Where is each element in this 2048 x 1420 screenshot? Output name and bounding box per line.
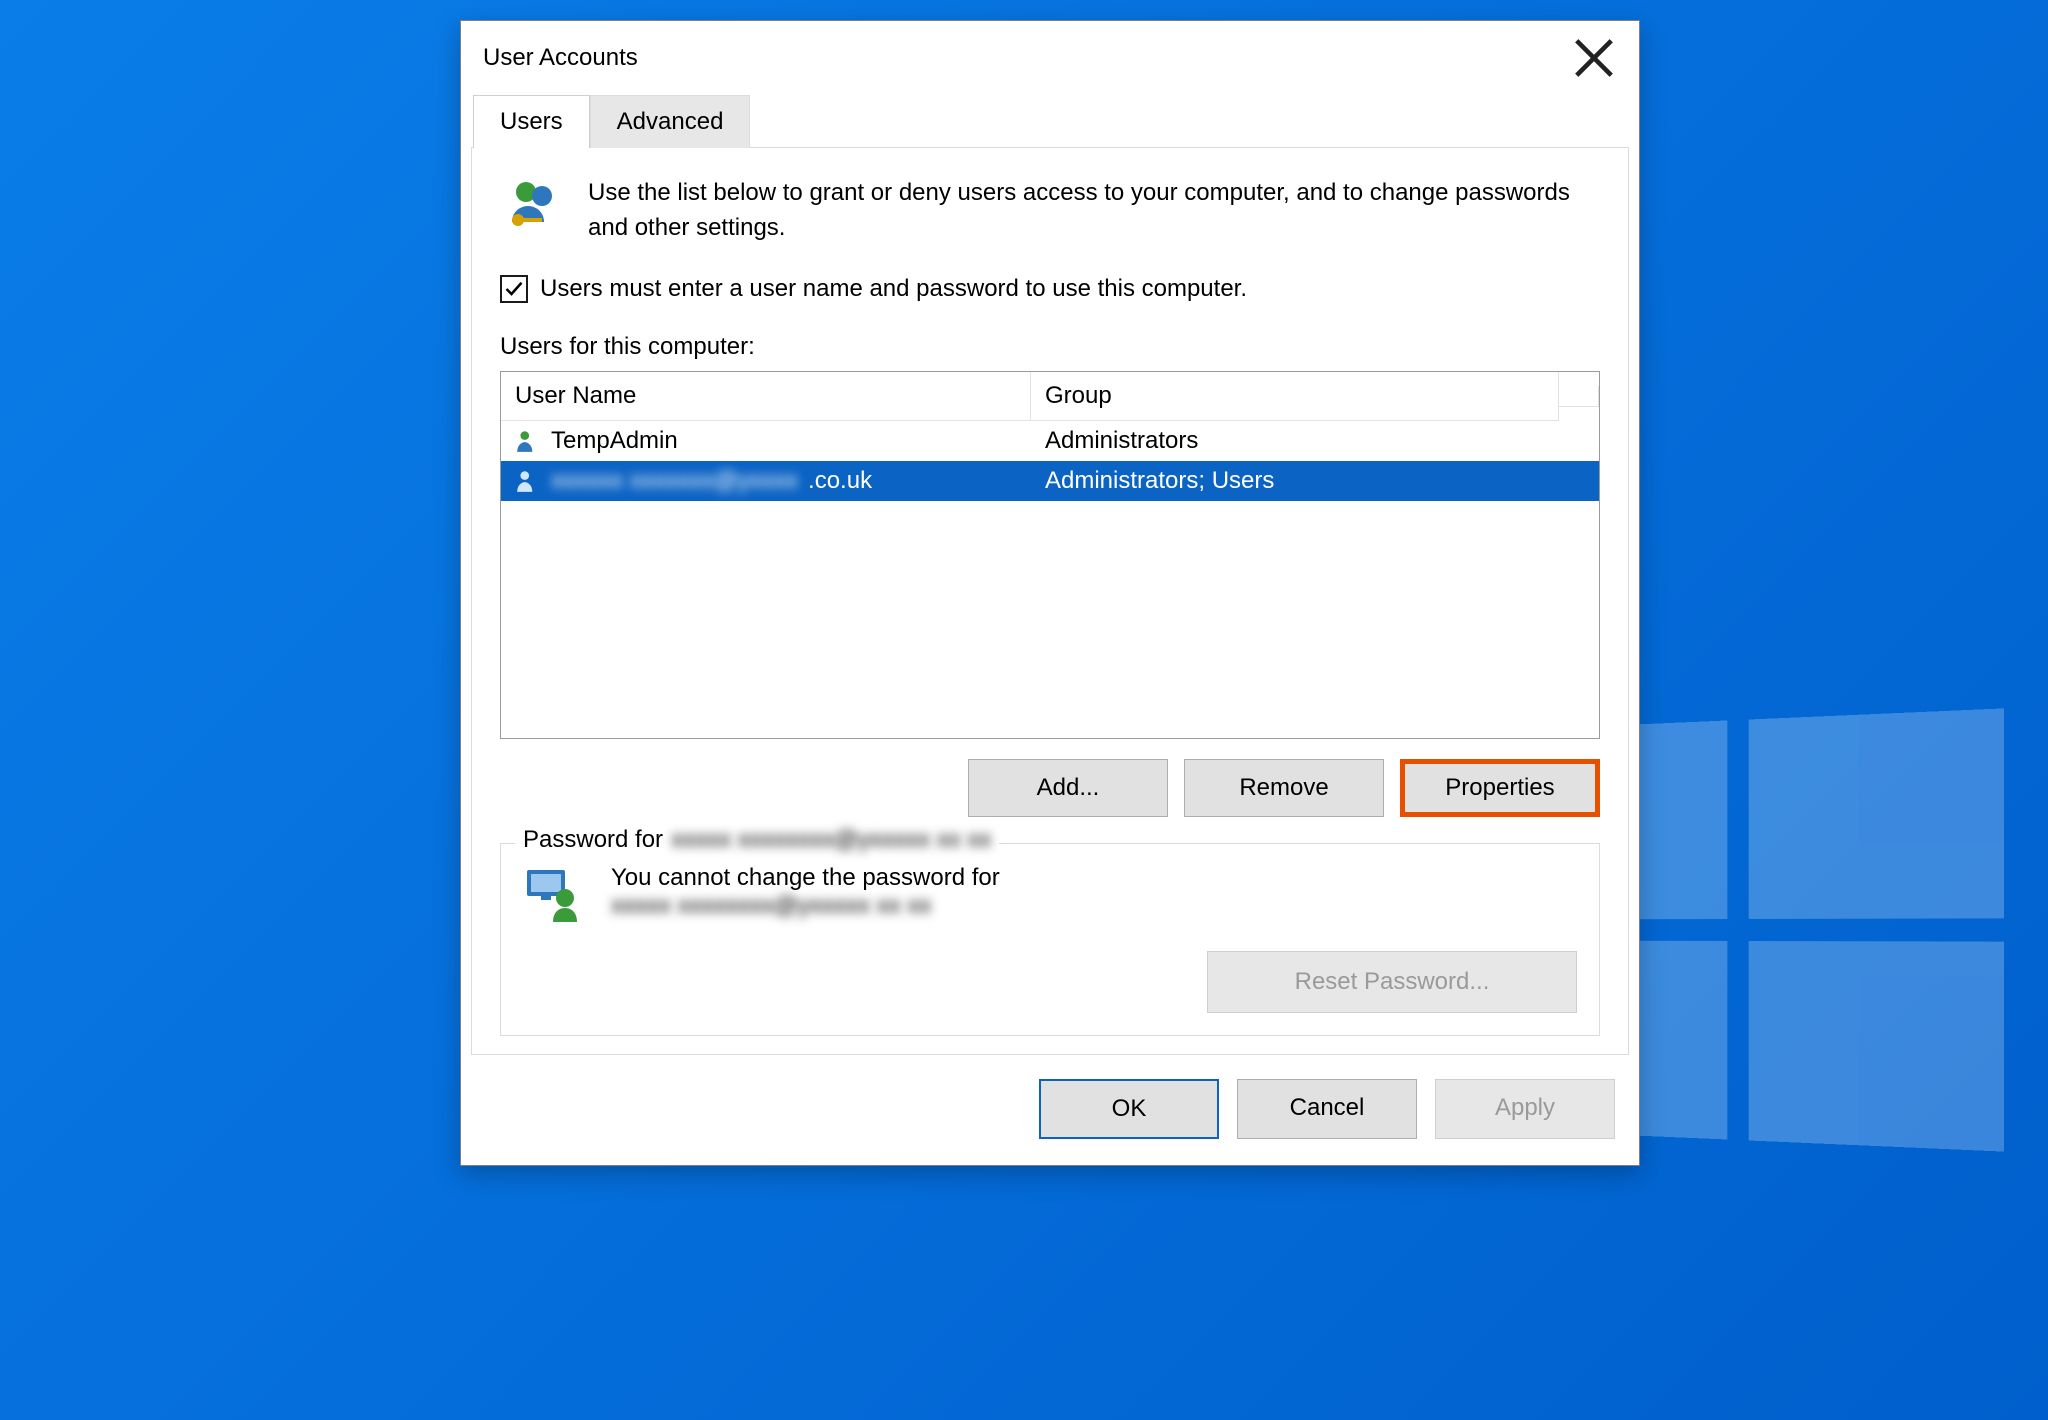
cannot-change-block: You cannot change the password for xxxxx… (611, 864, 1000, 920)
remove-button[interactable]: Remove (1184, 759, 1384, 817)
row-group: Administrators (1031, 421, 1559, 461)
users-table-header: User Name Group (501, 372, 1599, 421)
cannot-change-text: You cannot change the password for (611, 864, 1000, 892)
row-username-obscured: xxxxxx xxxxxxx@yxxxx (551, 467, 798, 495)
password-legend-user: xxxxx xxxxxxxx@yxxxxx xx xx (671, 826, 991, 854)
close-icon[interactable] (1571, 35, 1617, 81)
tab-users[interactable]: Users (473, 95, 590, 148)
users-table[interactable]: User Name Group TempAdmin Administrators (500, 371, 1600, 739)
dialog-footer: OK Cancel Apply (461, 1055, 1639, 1165)
users-table-label: Users for this computer: (500, 333, 1600, 361)
window-title: User Accounts (483, 44, 638, 72)
require-login-checkbox[interactable] (500, 275, 528, 303)
row-username-suffix: .co.uk (808, 467, 872, 495)
cannot-change-user: xxxxx xxxxxxxx@yxxxxx xx xx (611, 892, 1000, 920)
require-login-row: Users must enter a user name and passwor… (500, 275, 1600, 303)
col-group[interactable]: Group (1031, 372, 1559, 421)
row-group: Administrators; Users (1031, 461, 1559, 501)
ok-button[interactable]: OK (1039, 1079, 1219, 1139)
col-username[interactable]: User Name (501, 372, 1031, 421)
table-row[interactable]: TempAdmin Administrators (501, 421, 1599, 461)
properties-button[interactable]: Properties (1400, 759, 1600, 817)
table-row[interactable]: xxxxxx xxxxxxx@yxxxx .co.uk Administrator… (501, 461, 1599, 501)
monitor-user-icon (523, 864, 587, 935)
tab-content-users: Use the list below to grant or deny user… (471, 147, 1629, 1055)
tab-bar: Users Advanced (461, 95, 1639, 148)
user-accounts-dialog: User Accounts Users Advanced Use the lis… (460, 20, 1640, 1166)
require-login-label: Users must enter a user name and passwor… (540, 275, 1247, 303)
cancel-button[interactable]: Cancel (1237, 1079, 1417, 1139)
user-action-buttons: Add... Remove Properties (500, 759, 1600, 817)
user-icon (515, 468, 541, 494)
apply-button: Apply (1435, 1079, 1615, 1139)
intro-row: Use the list below to grant or deny user… (500, 176, 1600, 247)
tab-advanced[interactable]: Advanced (590, 95, 751, 148)
reset-password-button: Reset Password... (1207, 951, 1577, 1013)
password-legend-prefix: Password for (523, 826, 663, 854)
add-button[interactable]: Add... (968, 759, 1168, 817)
titlebar: User Accounts (461, 21, 1639, 95)
user-icon (515, 428, 541, 454)
row-username: TempAdmin (551, 427, 678, 455)
users-keys-icon (500, 176, 564, 247)
intro-text: Use the list below to grant or deny user… (588, 176, 1600, 246)
password-group-legend: Password for xxxxx xxxxxxxx@yxxxxx xx xx (515, 826, 999, 854)
password-group: Password for xxxxx xxxxxxxx@yxxxxx xx xx… (500, 843, 1600, 1036)
